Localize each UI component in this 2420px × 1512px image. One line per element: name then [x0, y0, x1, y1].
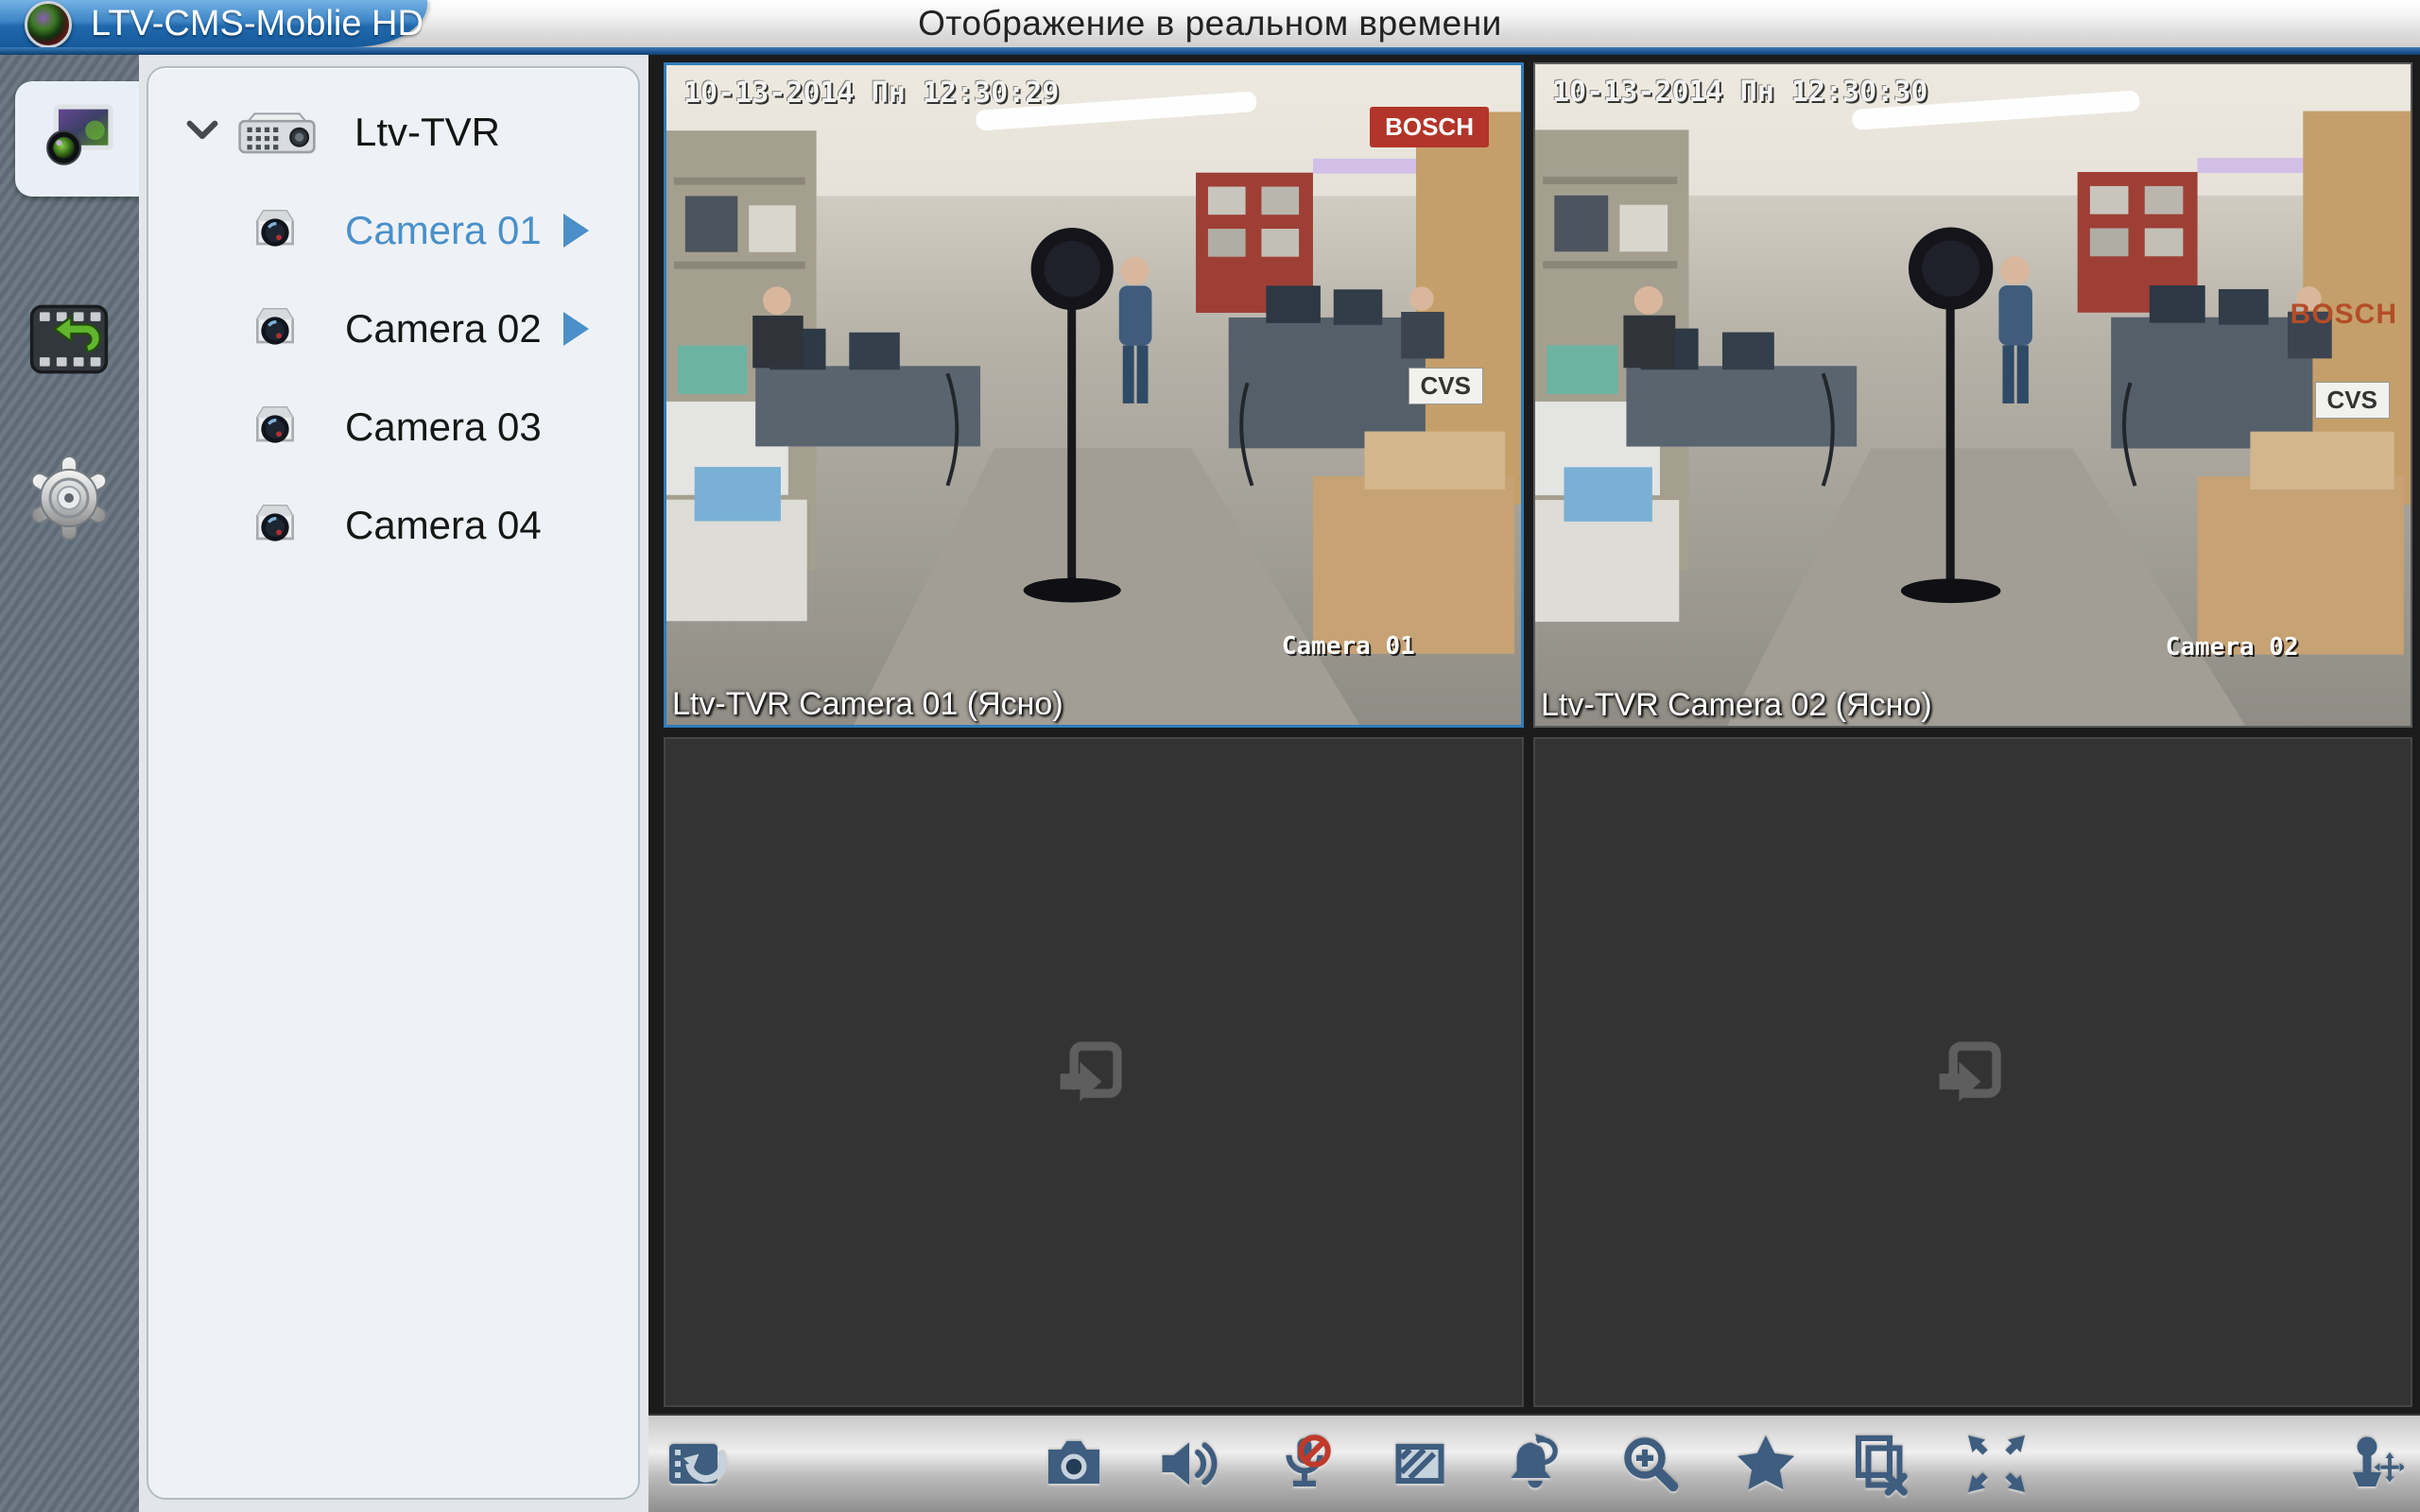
app-title: LTV-CMS-Moblie HD — [91, 0, 424, 47]
zoom-in-magnifier-icon — [1616, 1430, 1685, 1501]
camera-icon — [245, 493, 305, 558]
playback-icon — [28, 299, 110, 385]
fullscreen-arrows-icon — [1962, 1430, 2031, 1501]
rail-item-settings[interactable] — [11, 448, 127, 552]
camera-label: Camera 02 — [345, 306, 542, 352]
snapshot-camera-icon — [1040, 1430, 1108, 1501]
close-windows-icon — [1847, 1430, 1915, 1501]
osd-camera-name: Camera 02 — [2166, 633, 2299, 662]
digital-zoom-button[interactable] — [1608, 1427, 1693, 1503]
title-bar: Отображение в реальном времени LTV-CMS-M… — [0, 0, 2420, 47]
device-label: Ltv-TVR — [354, 110, 500, 155]
scene-sign-cvs: CVS — [1409, 368, 1483, 404]
video-cell-2[interactable]: BOSCH CVS 10-13-2014 Пн 12:30:30 Camera … — [1533, 62, 2412, 728]
bottom-toolbar — [648, 1414, 2420, 1512]
settings-gear-icon — [24, 453, 114, 548]
camera-icon — [245, 297, 305, 362]
image-quality-button[interactable] — [1377, 1427, 1462, 1503]
rail-item-playback[interactable] — [11, 289, 127, 393]
two-way-talk-muted-button[interactable] — [1262, 1427, 1347, 1503]
osd-timestamp: 10-13-2014 Пн 12:30:30 — [1552, 76, 1927, 109]
dvr-icon — [237, 107, 317, 158]
chevron-right-icon[interactable] — [563, 312, 589, 346]
camera-list-item-03[interactable]: Camera 03 — [148, 378, 638, 476]
camera-label: Camera 03 — [345, 404, 542, 450]
app-title-tab: LTV-CMS-Moblie HD — [0, 0, 427, 47]
alarm-bell-icon — [1501, 1430, 1569, 1501]
camera-1-video-frame — [666, 65, 1521, 725]
camera-label: Camera 04 — [345, 503, 542, 548]
camera-icon — [245, 198, 305, 264]
title-bar-accent-line — [0, 47, 2420, 55]
scene-sign-bosch: BOSCH — [2290, 299, 2397, 331]
drag-camera-here-icon — [1046, 1022, 1141, 1122]
navigation-rail — [0, 55, 139, 1512]
channel-label: Ltv-TVR Camera 01 (Ясно) — [672, 686, 1063, 723]
alarm-button[interactable] — [1493, 1427, 1578, 1503]
chevron-right-icon[interactable] — [563, 214, 589, 248]
ptz-control-button[interactable] — [2327, 1427, 2412, 1503]
fullscreen-button[interactable] — [1954, 1427, 2039, 1503]
audio-button[interactable] — [1147, 1427, 1232, 1503]
microphone-muted-icon — [1270, 1430, 1339, 1501]
device-row-ltv-tvr[interactable]: Ltv-TVR — [148, 83, 638, 181]
video-cell-1[interactable]: BOSCH CVS 10-13-2014 Пн 12:30:29 Camera … — [664, 62, 1524, 728]
drag-camera-here-icon — [1926, 1022, 2020, 1122]
channel-label: Ltv-TVR Camera 02 (Ясно) — [1541, 687, 1932, 724]
camera-2-video-frame — [1535, 64, 2411, 726]
video-grid-area: BOSCH CVS 10-13-2014 Пн 12:30:29 Camera … — [648, 55, 2420, 1414]
camera-list-item-04[interactable]: Camera 04 — [148, 476, 638, 575]
image-quality-icon — [1386, 1430, 1454, 1501]
star-icon — [1732, 1430, 1800, 1501]
video-cell-4-empty[interactable] — [1533, 737, 2412, 1407]
ptz-joystick-icon — [2336, 1430, 2404, 1501]
live-view-icon — [38, 103, 117, 176]
osd-timestamp: 10-13-2014 Пн 12:30:29 — [683, 77, 1059, 110]
instant-playback-icon — [664, 1430, 732, 1501]
speaker-icon — [1155, 1430, 1223, 1501]
instant-playback-button[interactable] — [655, 1427, 740, 1503]
favorite-button[interactable] — [1723, 1427, 1808, 1503]
video-grid: BOSCH CVS 10-13-2014 Пн 12:30:29 Camera … — [648, 55, 2420, 1414]
rail-item-live-view[interactable] — [15, 81, 139, 197]
camera-list-item-01[interactable]: Camera 01 — [148, 181, 638, 280]
camera-label: Camera 01 — [345, 208, 542, 253]
device-list-panel: Ltv-TVR Camera 01 — [147, 66, 640, 1500]
scene-sign-bosch: BOSCH — [1370, 107, 1489, 147]
scene-sign-cvs: CVS — [2315, 382, 2390, 419]
close-view-button[interactable] — [1839, 1427, 1924, 1503]
osd-camera-name: Camera 01 — [1282, 632, 1415, 661]
device-sidebar: Ltv-TVR Camera 01 — [139, 55, 648, 1512]
video-cell-3-empty[interactable] — [664, 737, 1524, 1407]
camera-list-item-02[interactable]: Camera 02 — [148, 280, 638, 378]
snapshot-button[interactable] — [1031, 1427, 1116, 1503]
camera-icon — [245, 395, 305, 460]
chevron-down-icon — [186, 118, 218, 147]
app-logo-icon — [25, 1, 72, 48]
